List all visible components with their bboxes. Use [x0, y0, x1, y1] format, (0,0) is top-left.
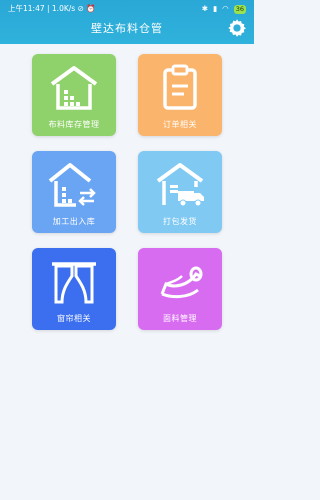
tile-fabric-management[interactable]: 面料管理: [138, 248, 222, 330]
truck-icon: [156, 163, 204, 207]
signal-icon: ▮: [213, 4, 218, 13]
fabric-roll-icon: [160, 266, 203, 299]
wifi-icon: ◠: [222, 4, 229, 13]
tile-processing-inout[interactable]: 加工出入库: [32, 151, 116, 233]
app-header: 上午11:47 | 1.0K/s ⊘ ⏰ ✱ ▮ ◠ 36 壁达布料仓管: [0, 0, 254, 44]
clipboard-icon: [163, 64, 197, 110]
tile-curtains[interactable]: 窗帘相关: [32, 248, 116, 330]
warehouse-transfer-icon: [48, 163, 96, 207]
gear-icon[interactable]: [226, 17, 248, 39]
tile-label: 加工出入库: [52, 217, 96, 226]
status-time: 上午11:47 | 1.0K/s ⊘ ⏰: [8, 4, 96, 13]
bluetooth-icon: ✱: [201, 4, 209, 13]
tile-label: 面料管理: [163, 314, 197, 323]
warehouse-icon: [50, 66, 98, 110]
tile-label: 布料库存管理: [48, 120, 100, 129]
tile-packing-shipping[interactable]: 打包发货: [138, 151, 222, 233]
tile-fabric-inventory[interactable]: 布料库存管理: [32, 54, 116, 136]
status-bar: 上午11:47 | 1.0K/s ⊘ ⏰ ✱ ▮ ◠ 36: [0, 0, 254, 18]
tile-label: 订单相关: [163, 120, 197, 129]
battery-icon: 36: [233, 4, 246, 14]
tile-label: 打包发货: [163, 217, 197, 226]
tile-orders[interactable]: 订单相关: [138, 54, 222, 136]
tile-label: 窗帘相关: [57, 314, 91, 323]
page-title: 壁达布料仓管: [91, 22, 163, 35]
curtain-icon: [52, 262, 96, 304]
